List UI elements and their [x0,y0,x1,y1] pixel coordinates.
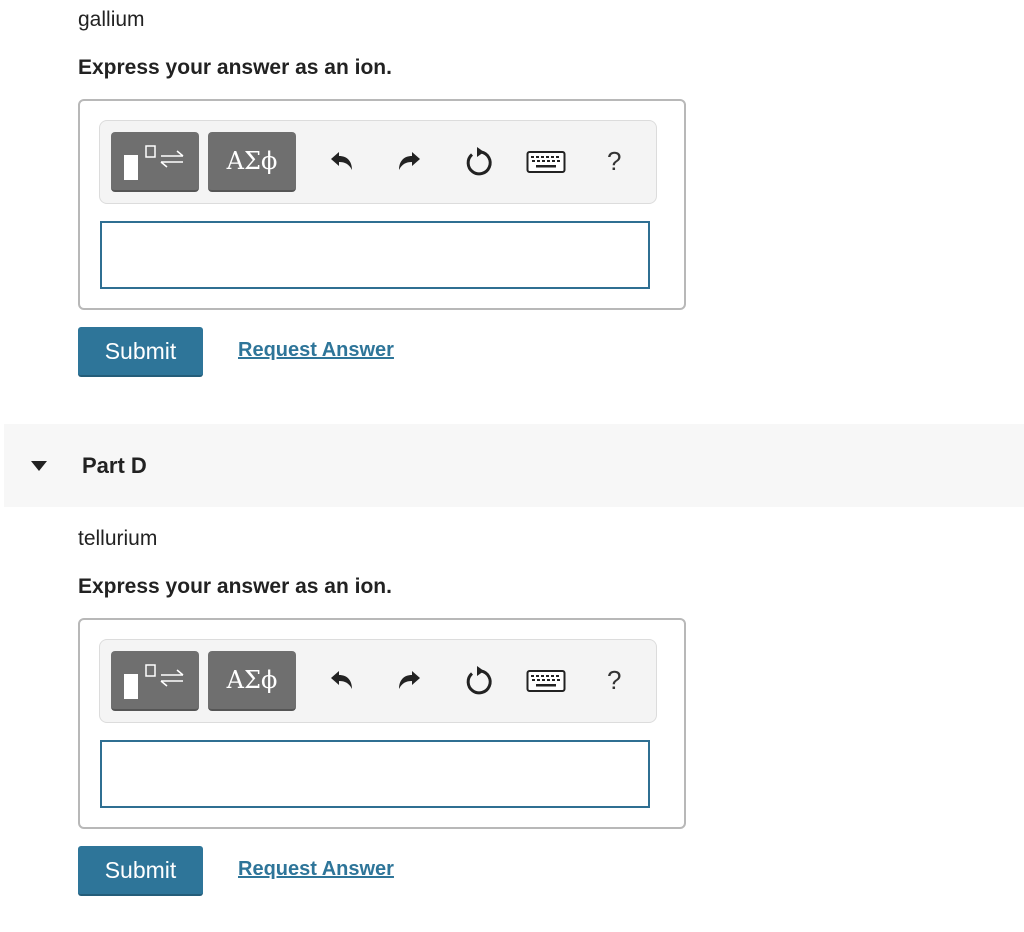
keyboard-button[interactable] [523,664,569,698]
reset-button[interactable] [457,660,499,702]
help-button[interactable]: ? [607,665,621,696]
redo-button[interactable] [389,142,429,182]
greek-symbols-button[interactable]: ΑΣϕ [208,651,296,711]
keyboard-icon [526,151,566,173]
templates-icon [124,664,184,699]
keyboard-icon [526,670,566,692]
reset-icon [466,666,492,695]
redo-icon [399,152,420,170]
answer-input[interactable] [100,740,650,808]
request-answer-link[interactable]: Request Answer [238,339,394,362]
templates-button[interactable] [111,132,199,192]
question-prompt: tellurium [78,527,158,550]
undo-button[interactable] [322,142,362,182]
answer-instruction: Express your answer as an ion. [78,575,392,598]
templates-icon [124,145,184,180]
undo-button[interactable] [322,661,362,701]
redo-button[interactable] [389,661,429,701]
answer-input[interactable] [100,221,650,289]
caret-down-icon [30,459,48,477]
templates-button[interactable] [111,651,199,711]
reset-icon [466,147,492,176]
greek-symbols-button[interactable]: ΑΣϕ [208,132,296,192]
undo-icon [331,152,352,170]
answer-instruction: Express your answer as an ion. [78,56,392,79]
keyboard-button[interactable] [523,145,569,179]
question-prompt: gallium [78,8,145,31]
part-d-header[interactable]: Part D [4,424,1024,507]
submit-button[interactable]: Submit [78,846,203,896]
reset-button[interactable] [457,141,499,183]
request-answer-link[interactable]: Request Answer [238,858,394,881]
part-title: Part D [82,453,147,478]
undo-icon [331,671,352,689]
redo-icon [399,671,420,689]
help-button[interactable]: ? [607,146,621,177]
submit-button[interactable]: Submit [78,327,203,377]
